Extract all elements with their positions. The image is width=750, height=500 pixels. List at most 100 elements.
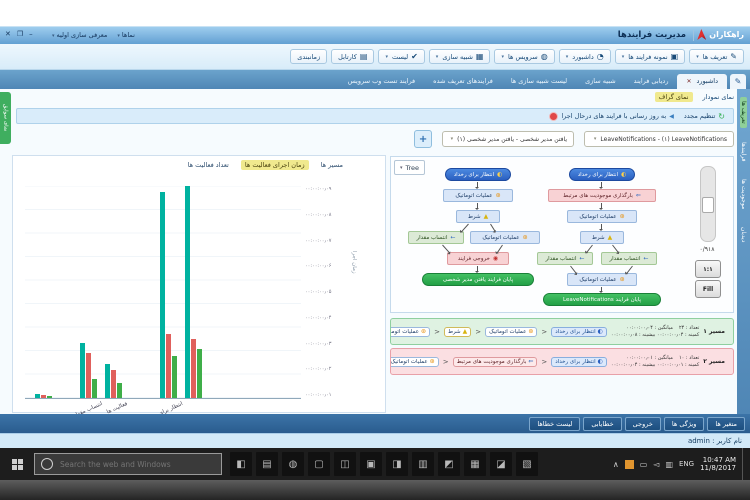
y-tick-label: ۰۰:۰۰:۰۰٫۰۵ (305, 289, 349, 295)
monitor-icon[interactable]: ▭ (640, 460, 648, 469)
one-to-one-button[interactable]: ۱:۱ (695, 260, 721, 278)
title-separator (693, 30, 694, 41)
taskbar-app-icon[interactable]: ◍ (282, 452, 304, 476)
reset-button[interactable]: ↻ تنظیم مجدد (684, 112, 725, 121)
y-axis-ticks: ۰۰:۰۰:۰۰٫۰۹۰۰:۰۰:۰۰٫۰۸۰۰:۰۰:۰۰٫۰۷۰۰:۰۰:۰… (305, 186, 349, 398)
list-button[interactable]: ✔لیست (378, 49, 424, 64)
restore-icon[interactable]: ❐ (17, 30, 23, 38)
tab-properties[interactable]: ویژگی ها (664, 417, 705, 431)
volume-icon[interactable]: ◅ (653, 460, 659, 469)
start-button[interactable] (0, 448, 34, 480)
dashboard-button[interactable]: ◔داشبورد (559, 49, 611, 64)
zoom-slider-handle[interactable] (702, 197, 714, 213)
tab-simulation[interactable]: شبیه سازی (576, 74, 625, 89)
cortana-icon (41, 458, 53, 470)
taskbar-app-icon[interactable]: ◨ (386, 452, 408, 476)
taskbar-app-icon[interactable]: ▢ (308, 452, 330, 476)
step-condition[interactable]: ▲شرط (444, 327, 471, 337)
taskbar-app-icon[interactable]: ▣ (360, 452, 382, 476)
load-icon: ⇐ (636, 193, 641, 199)
tab-error-list[interactable]: لیست خطاها (529, 417, 580, 431)
definitions-button[interactable]: ✎تعریف ها (689, 49, 744, 64)
window-icon: ▣ (671, 53, 679, 61)
scheduling-button[interactable]: زمانبندی (290, 49, 327, 64)
node-auto-operation[interactable]: ⊛عملیات اتوماتیک (470, 231, 540, 244)
node-process-output[interactable]: ◉خروجی فرایند (447, 252, 509, 265)
menu-initial-setup[interactable]: معرفی سازی اولیه (52, 31, 107, 39)
step-auto-operation[interactable]: ⊛عملیات اتوماتیک (390, 327, 430, 337)
process-instances-button[interactable]: ▣نمونه فرایند ها (615, 49, 686, 64)
sidebar-item-entities[interactable]: موجودیت ها (740, 175, 747, 213)
chart-view-link[interactable]: نمای نمودار (703, 93, 734, 101)
tab-variables[interactable]: متغیر ها (707, 417, 745, 431)
history-view-tab[interactable]: نمای سوابق (0, 92, 11, 144)
tab-defined-processes[interactable]: فرایندهای تعریف شده (424, 74, 502, 89)
language-indicator[interactable]: ENG (679, 460, 694, 468)
close-icon[interactable]: ✕ (5, 30, 11, 38)
tab-process-tracking[interactable]: ردیابی فرایند (625, 74, 678, 89)
legend-tab-activity-count[interactable]: تعداد فعالیت ها (184, 160, 233, 170)
zoom-slider[interactable] (700, 166, 716, 242)
clock[interactable]: 10:47 AM 11/8/2017 (700, 456, 736, 472)
bar-teal (105, 364, 110, 398)
subprocess-select[interactable]: یافتن مدیر شخصی - یافتن مدیر شخصی (۱) (442, 131, 574, 147)
minimize-icon[interactable]: – (29, 30, 33, 38)
tab-simulation-list[interactable]: لیست شبیه سازی ها (502, 74, 576, 89)
cartable-button[interactable]: ▤کارتابل (331, 49, 374, 64)
branch-icon: ▲ (463, 329, 468, 335)
live-update-toggle[interactable]: ◀ به روز رسانی با فرایند های درحال اجرا (549, 112, 674, 121)
tab-output[interactable]: خروجی (625, 417, 661, 431)
bar-group (185, 186, 202, 398)
taskbar-app-icon[interactable]: ◧ (230, 452, 252, 476)
close-tab-icon[interactable]: ✕ (686, 78, 691, 85)
bar-green (197, 349, 202, 398)
legend-tab-paths[interactable]: مسیر ها (317, 160, 347, 170)
tab-debugging[interactable]: خطایابی (583, 417, 621, 431)
taskbar-app-icon[interactable]: ▧ (516, 452, 538, 476)
taskbar-app-icon[interactable]: ▦ (464, 452, 486, 476)
tray-expand-icon[interactable]: ∧ (613, 460, 619, 469)
search-input[interactable] (58, 459, 215, 470)
step-arrow: < (541, 328, 547, 336)
fill-button[interactable]: Fill (695, 280, 721, 298)
sidebar-item-definitions[interactable]: تعریف ها (740, 97, 747, 128)
step-wait-event[interactable]: ◐انتظار برای رخداد (551, 327, 607, 337)
simulation-button[interactable]: ▦شبیه سازی (429, 49, 491, 64)
taskbar-app-icon[interactable]: ▥ (412, 452, 434, 476)
edit-tab-icon[interactable]: ✎ (730, 74, 746, 89)
tab-web-service-test[interactable]: فرایند تست وب سرویس (339, 74, 424, 89)
bar-group: فعالیت ها (105, 364, 122, 398)
tray-app-icon[interactable] (625, 460, 634, 469)
taskbar-search[interactable] (34, 453, 222, 475)
step-load-entities[interactable]: ⇐بارگذاری موجودیت های مرتبط (453, 357, 538, 367)
tree-mode-dropdown[interactable]: Tree (394, 160, 425, 175)
step-auto-operation[interactable]: ⊛عملیات اتوماتیک (390, 357, 439, 367)
node-assign-value[interactable]: ←انتساب مقدار (408, 231, 464, 244)
taskbar-apps: ◧ ▤ ◍ ▢ ◫ ▣ ◨ ▥ ◩ ▦ ◪ ▧ (230, 452, 538, 476)
show-desktop-button[interactable] (742, 448, 746, 480)
branch-icon: ▲ (608, 235, 613, 241)
taskbar-app-icon[interactable]: ◩ (438, 452, 460, 476)
node-wait-event[interactable]: ◐انتظار برای رخداد (569, 168, 635, 181)
step-auto-operation[interactable]: ⊛عملیات اتوماتیک (485, 327, 537, 337)
node-assign-value[interactable]: ←انتساب مقدار (601, 252, 657, 265)
network-icon[interactable]: ▥ (665, 460, 673, 469)
graph-view-link[interactable]: نمای گراف (655, 92, 693, 102)
sidebar-item-watcher[interactable]: دیدبان (740, 223, 747, 246)
add-process-button[interactable]: + (414, 130, 432, 148)
path-row-2[interactable]: مسیر ۲ تعداد : ۱۰میانگین : ۰۰:۰۰:۰۰٫۰۱ ک… (390, 348, 734, 375)
sidebar-item-processes[interactable]: فرایندها (740, 138, 747, 165)
chart-legend-tabs: مسیر ها زمان اجرای فعالیت ها تعداد فعالی… (184, 160, 347, 170)
taskbar-app-icon[interactable]: ◪ (490, 452, 512, 476)
services-button[interactable]: ◍سرویس ها (494, 49, 554, 64)
taskbar-app-icon[interactable]: ▤ (256, 452, 278, 476)
legend-tab-exec-time[interactable]: زمان اجرای فعالیت ها (241, 160, 309, 170)
step-wait-event[interactable]: ◐انتظار برای رخداد (551, 357, 607, 367)
path-row-1[interactable]: مسیر ۱ تعداد : ۲۴میانگین : ۰۰:۰۰:۰۰٫۰۴ ک… (390, 318, 734, 345)
process-select[interactable]: LeaveNotifications - (۱) LeaveNotificati… (584, 131, 734, 147)
tab-dashboard[interactable]: داشبورد✕ (677, 74, 727, 89)
taskbar-app-icon[interactable]: ◫ (334, 452, 356, 476)
menu-views[interactable]: نماها (117, 31, 134, 39)
node-wait-event[interactable]: ◐انتظار برای رخداد (445, 168, 511, 181)
bar-teal (80, 343, 85, 398)
